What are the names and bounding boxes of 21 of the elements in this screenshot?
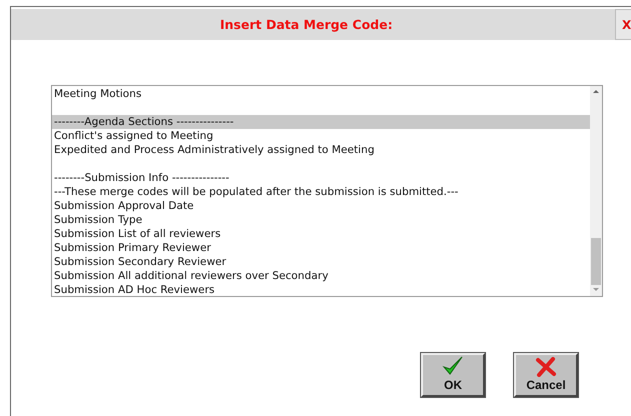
list-option[interactable]: Submission Primary Reviewer: [52, 241, 590, 255]
list-option[interactable]: --------Submission Info ---------------: [52, 171, 590, 185]
ok-button[interactable]: OK: [421, 353, 485, 397]
list-option[interactable]: Conflict's assigned to Meeting: [52, 129, 590, 143]
dialog-title: Insert Data Merge Code:: [220, 17, 393, 32]
list-option[interactable]: Submission All additional reviewers over Secondary: [52, 269, 590, 283]
check-icon: [442, 355, 464, 377]
scrollbar-drawing[interactable]: [590, 86, 602, 296]
list-option[interactable]: --------Agenda Sections ---------------: [52, 115, 590, 129]
list-option[interactable]: Submission AD Hoc Reviewers: [52, 283, 590, 296]
list-option[interactable]: Submission Secondary Reviewer: [52, 255, 590, 269]
list-option[interactable]: Meeting Motions: [52, 87, 590, 101]
close-button[interactable]: X: [615, 9, 631, 40]
list-option[interactable]: Submission Type: [52, 213, 590, 227]
list-option[interactable]: Expedited and Process Administratively assigned to Meeting: [52, 143, 590, 157]
merge-code-list[interactable]: [51, 85, 603, 297]
cross-icon: [535, 357, 557, 377]
list-option[interactable]: Submission Approval Date: [52, 199, 590, 213]
cancel-button[interactable]: Cancel: [514, 353, 578, 397]
list-option[interactable]: Submission List of all reviewers: [52, 227, 590, 241]
list-option[interactable]: ---These merge codes will be populated after the submission is submitted.---: [52, 185, 590, 199]
